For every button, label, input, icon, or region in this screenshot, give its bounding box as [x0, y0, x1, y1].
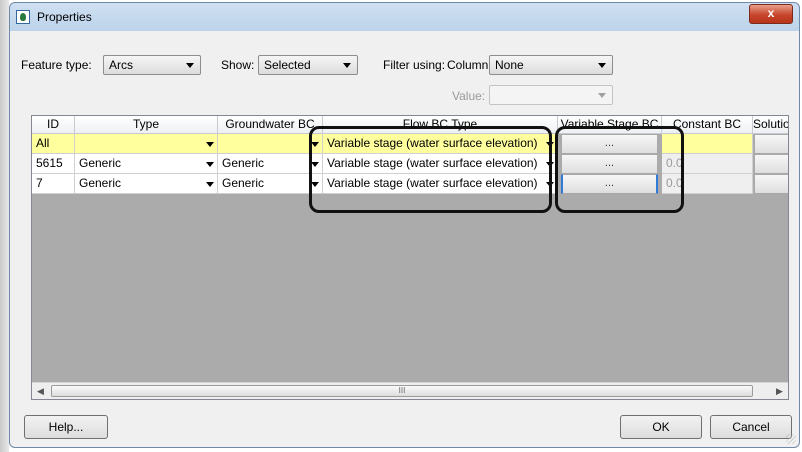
column-header-type[interactable]: Type	[75, 116, 218, 134]
row-7-flow-value: Variable stage (water surface elevation)	[327, 176, 538, 190]
column-header-constant-bc[interactable]: Constant BC	[662, 116, 753, 134]
show-dropdown[interactable]: Selected	[258, 55, 358, 75]
chevron-down-icon	[546, 162, 554, 167]
feature-type-label: Feature type:	[21, 58, 92, 72]
column-header-id[interactable]: ID	[32, 116, 75, 134]
value-label: Value:	[452, 89, 486, 103]
row-7-variable-stage-button[interactable]: ...	[561, 174, 658, 194]
row-7-type-dropdown[interactable]: Generic	[75, 174, 218, 194]
properties-grid[interactable]: ID Type Groundwater BC Flow BC Type Vari…	[31, 115, 789, 400]
row-7-constant-bc[interactable]: 0.0	[662, 174, 753, 194]
column-header-flow-bc-type[interactable]: Flow BC Type	[323, 116, 558, 134]
column-value: None	[495, 58, 524, 72]
chevron-down-icon	[343, 63, 351, 68]
row-7-type-value: Generic	[79, 176, 122, 190]
close-button[interactable]: x	[749, 4, 793, 24]
row-5615-variable-stage-button[interactable]: ...	[561, 154, 658, 174]
feature-type-dropdown[interactable]: Arcs	[103, 55, 201, 75]
row-5615-flow-dropdown[interactable]: Variable stage (water surface elevation)	[323, 154, 558, 174]
title-bar: Properties x	[10, 3, 799, 31]
chevron-down-icon	[206, 182, 214, 187]
row-all-variable-stage-button[interactable]: ...	[561, 134, 658, 154]
row-7-flow-dropdown[interactable]: Variable stage (water surface elevation)	[323, 174, 558, 194]
filter-using-label: Filter using:	[383, 58, 446, 72]
ok-button[interactable]: OK	[620, 415, 702, 439]
chevron-down-icon	[311, 142, 319, 147]
row-7-solution-button[interactable]	[754, 174, 788, 194]
row-5615-solution-button[interactable]	[754, 154, 788, 174]
row-5615-constant-bc[interactable]: 0.0	[662, 154, 753, 174]
row-all-constant-bc[interactable]	[662, 134, 753, 154]
column-header-groundwater-bc[interactable]: Groundwater BC	[218, 116, 323, 134]
column-header-solution[interactable]: Solutio	[753, 116, 788, 134]
cancel-button[interactable]: Cancel	[710, 415, 792, 439]
app-icon	[16, 10, 30, 24]
chevron-down-icon	[311, 162, 319, 167]
scrollbar-thumb[interactable]: III	[51, 385, 753, 397]
column-label: Column:	[447, 58, 492, 72]
chevron-down-icon	[598, 63, 606, 68]
chevron-down-icon	[546, 182, 554, 187]
row-5615-groundwater-value: Generic	[222, 156, 265, 170]
show-value: Selected	[264, 58, 311, 72]
column-dropdown[interactable]: None	[489, 55, 613, 75]
row-5615-type-dropdown[interactable]: Generic	[75, 154, 218, 174]
properties-dialog: Properties x Feature type: Arcs Show: Se…	[9, 2, 800, 448]
row-5615-groundwater-dropdown[interactable]: Generic	[218, 154, 323, 174]
row-all-type-dropdown[interactable]	[75, 134, 218, 154]
row-all-id: All	[32, 134, 75, 154]
show-label: Show:	[221, 58, 255, 72]
row-7-groundwater-dropdown[interactable]: Generic	[218, 174, 323, 194]
help-button[interactable]: Help...	[24, 415, 108, 439]
scroll-left-arrow-icon[interactable]: ◀	[32, 383, 49, 399]
column-header-variable-stage-bc[interactable]: Variable Stage BC	[558, 116, 662, 134]
chevron-down-icon	[206, 142, 214, 147]
feature-type-value: Arcs	[109, 58, 133, 72]
chevron-down-icon	[186, 63, 194, 68]
background-window-edge	[0, 0, 9, 452]
row-all-flow-value: Variable stage (water surface elevation)	[327, 136, 538, 150]
chevron-down-icon	[546, 142, 554, 147]
row-all-groundwater-dropdown[interactable]	[218, 134, 323, 154]
value-dropdown[interactable]	[489, 85, 613, 105]
resize-grip-icon[interactable]	[786, 434, 796, 444]
row-5615-id: 5615	[32, 154, 75, 174]
row-all-solution-button[interactable]	[754, 134, 788, 154]
scroll-right-arrow-icon[interactable]: ▶	[771, 383, 788, 399]
chevron-down-icon	[598, 93, 606, 98]
chevron-down-icon	[311, 182, 319, 187]
row-5615-type-value: Generic	[79, 156, 122, 170]
row-all-flow-dropdown[interactable]: Variable stage (water surface elevation)	[323, 134, 558, 154]
row-7-groundwater-value: Generic	[222, 176, 265, 190]
horizontal-scrollbar[interactable]: ◀ III ▶	[32, 382, 788, 399]
row-5615-flow-value: Variable stage (water surface elevation)	[327, 156, 538, 170]
window-title: Properties	[37, 10, 92, 24]
chevron-down-icon	[206, 162, 214, 167]
row-7-id: 7	[32, 174, 75, 194]
